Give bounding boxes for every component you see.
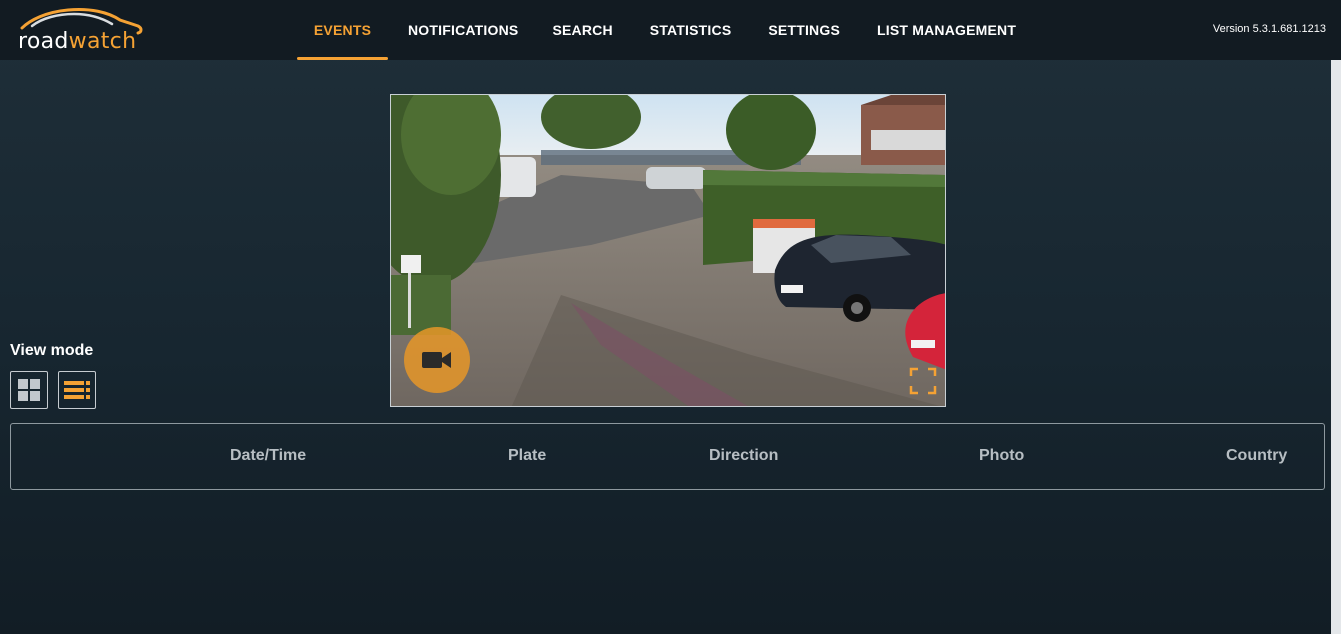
vertical-scrollbar[interactable] — [1331, 60, 1341, 634]
column-header-datetime[interactable]: Date/Time — [230, 447, 306, 465]
grid-view-icon — [18, 379, 40, 401]
column-header-direction[interactable]: Direction — [709, 447, 778, 465]
tab-statistics[interactable]: STATISTICS — [640, 0, 742, 60]
logo-text-watch: watch — [68, 29, 137, 54]
tab-events[interactable]: EVENTS — [297, 0, 388, 60]
list-view-icon — [64, 381, 90, 399]
roadwatch-logo[interactable]: roadwatch — [16, 6, 146, 54]
list-view-button[interactable] — [58, 371, 96, 409]
record-button[interactable] — [404, 327, 470, 393]
logo-text-road: road — [18, 29, 69, 54]
view-mode-label: View mode — [10, 342, 94, 359]
top-bar: roadwatch EVENTS NOTIFICATIONS SEARCH ST… — [0, 0, 1341, 60]
video-camera-icon — [422, 352, 451, 368]
tab-list-management[interactable]: LIST MANAGEMENT — [867, 0, 1026, 60]
tab-notifications[interactable]: NOTIFICATIONS — [398, 0, 528, 60]
camera-feed-image — [391, 95, 945, 406]
main-nav: EVENTS NOTIFICATIONS SEARCH STATISTICS S… — [297, 0, 1026, 60]
column-header-plate[interactable]: Plate — [508, 447, 546, 465]
logo-wordmark: roadwatch — [18, 29, 136, 54]
fullscreen-button[interactable] — [909, 367, 937, 395]
tab-settings[interactable]: SETTINGS — [758, 0, 850, 60]
column-header-country[interactable]: Country — [1226, 447, 1287, 465]
tab-search[interactable]: SEARCH — [542, 0, 622, 60]
camera-live-view[interactable] — [390, 94, 946, 407]
version-label: Version 5.3.1.681.1213 — [1212, 23, 1326, 35]
column-header-photo[interactable]: Photo — [979, 447, 1024, 465]
grid-view-button[interactable] — [10, 371, 48, 409]
fullscreen-icon — [909, 367, 937, 395]
events-table-header: Date/Time Plate Direction Photo Country — [10, 423, 1325, 490]
